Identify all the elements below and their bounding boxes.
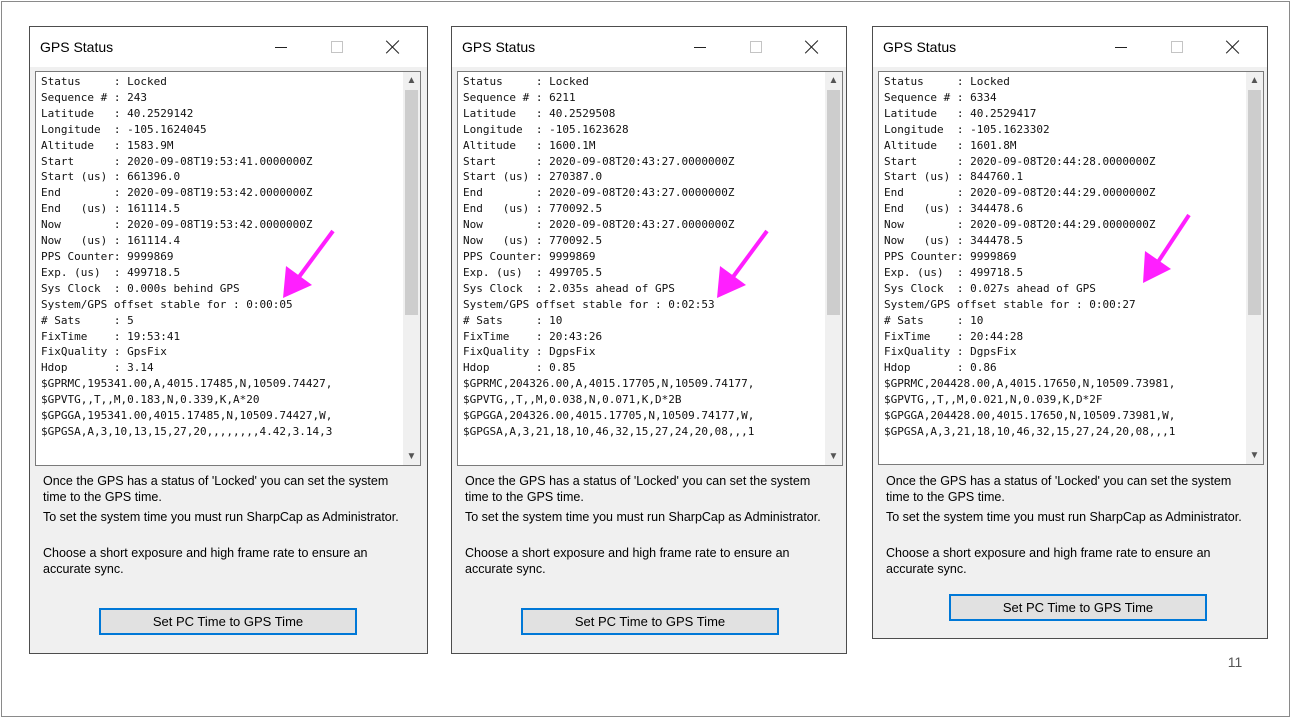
maximize-icon — [1171, 41, 1183, 53]
vertical-scrollbar[interactable]: ▲ ▼ — [825, 72, 842, 465]
minimize-icon — [1115, 46, 1127, 48]
minimize-button[interactable] — [259, 27, 303, 67]
window-title: GPS Status — [462, 39, 536, 55]
help-text-admin: To set the system time you must run Shar… — [886, 510, 1242, 524]
title-bar[interactable]: GPS Status — [873, 27, 1267, 67]
window-title: GPS Status — [883, 39, 957, 55]
scroll-thumb[interactable] — [405, 90, 418, 315]
status-lines: Status : Locked Sequence # : 243 Latitud… — [41, 75, 333, 438]
gps-status-window-2: GPS Status Status : Locked Sequence # : … — [451, 26, 847, 654]
vertical-scrollbar[interactable]: ▲ ▼ — [403, 72, 420, 465]
close-icon — [1226, 40, 1240, 54]
gps-status-window-3: GPS Status Status : Locked Sequence # : … — [872, 26, 1268, 639]
scroll-thumb[interactable] — [1248, 90, 1261, 315]
close-button[interactable] — [790, 27, 834, 67]
status-lines: Status : Locked Sequence # : 6334 Latitu… — [884, 75, 1176, 438]
status-lines: Status : Locked Sequence # : 6211 Latitu… — [463, 75, 755, 438]
help-text-exposure: Choose a short exposure and high frame r… — [886, 546, 1211, 576]
title-bar[interactable]: GPS Status — [30, 27, 427, 67]
minimize-icon — [275, 46, 287, 48]
set-pc-time-button[interactable]: Set PC Time to GPS Time — [521, 608, 779, 635]
minimize-button[interactable] — [1099, 27, 1143, 67]
set-pc-time-button[interactable]: Set PC Time to GPS Time — [949, 594, 1207, 621]
maximize-icon — [331, 41, 343, 53]
status-text-box[interactable]: Status : Locked Sequence # : 6211 Latitu… — [457, 71, 843, 466]
scroll-down-icon[interactable]: ▼ — [825, 448, 842, 465]
gps-status-window-1: GPS Status Status : Locked Sequence # : … — [29, 26, 428, 654]
title-bar[interactable]: GPS Status — [452, 27, 846, 67]
scroll-up-icon[interactable]: ▲ — [403, 72, 420, 89]
page-number: 11 — [1227, 654, 1243, 670]
minimize-icon — [694, 46, 706, 48]
minimize-button[interactable] — [678, 27, 722, 67]
window-title: GPS Status — [40, 39, 114, 55]
scroll-up-icon[interactable]: ▲ — [825, 72, 842, 89]
help-text-exposure: Choose a short exposure and high frame r… — [43, 546, 368, 576]
help-text-locked: Once the GPS has a status of 'Locked' yo… — [43, 474, 389, 504]
close-button[interactable] — [371, 27, 415, 67]
help-text-admin: To set the system time you must run Shar… — [465, 510, 821, 524]
scroll-thumb[interactable] — [827, 90, 840, 315]
status-text-box[interactable]: Status : Locked Sequence # : 243 Latitud… — [35, 71, 421, 466]
vertical-scrollbar[interactable]: ▲ ▼ — [1246, 72, 1263, 464]
scroll-up-icon[interactable]: ▲ — [1246, 72, 1263, 89]
close-icon — [805, 40, 819, 54]
help-text-exposure: Choose a short exposure and high frame r… — [465, 546, 790, 576]
help-text-admin: To set the system time you must run Shar… — [43, 510, 399, 524]
help-text-locked: Once the GPS has a status of 'Locked' yo… — [886, 474, 1232, 504]
scroll-down-icon[interactable]: ▼ — [1246, 447, 1263, 464]
maximize-button[interactable] — [1155, 27, 1199, 67]
status-text-box[interactable]: Status : Locked Sequence # : 6334 Latitu… — [878, 71, 1264, 465]
maximize-button[interactable] — [315, 27, 359, 67]
set-pc-time-button[interactable]: Set PC Time to GPS Time — [99, 608, 357, 635]
close-button[interactable] — [1211, 27, 1255, 67]
scroll-down-icon[interactable]: ▼ — [403, 448, 420, 465]
close-icon — [386, 40, 400, 54]
help-text-locked: Once the GPS has a status of 'Locked' yo… — [465, 474, 811, 504]
maximize-icon — [750, 41, 762, 53]
maximize-button[interactable] — [734, 27, 778, 67]
